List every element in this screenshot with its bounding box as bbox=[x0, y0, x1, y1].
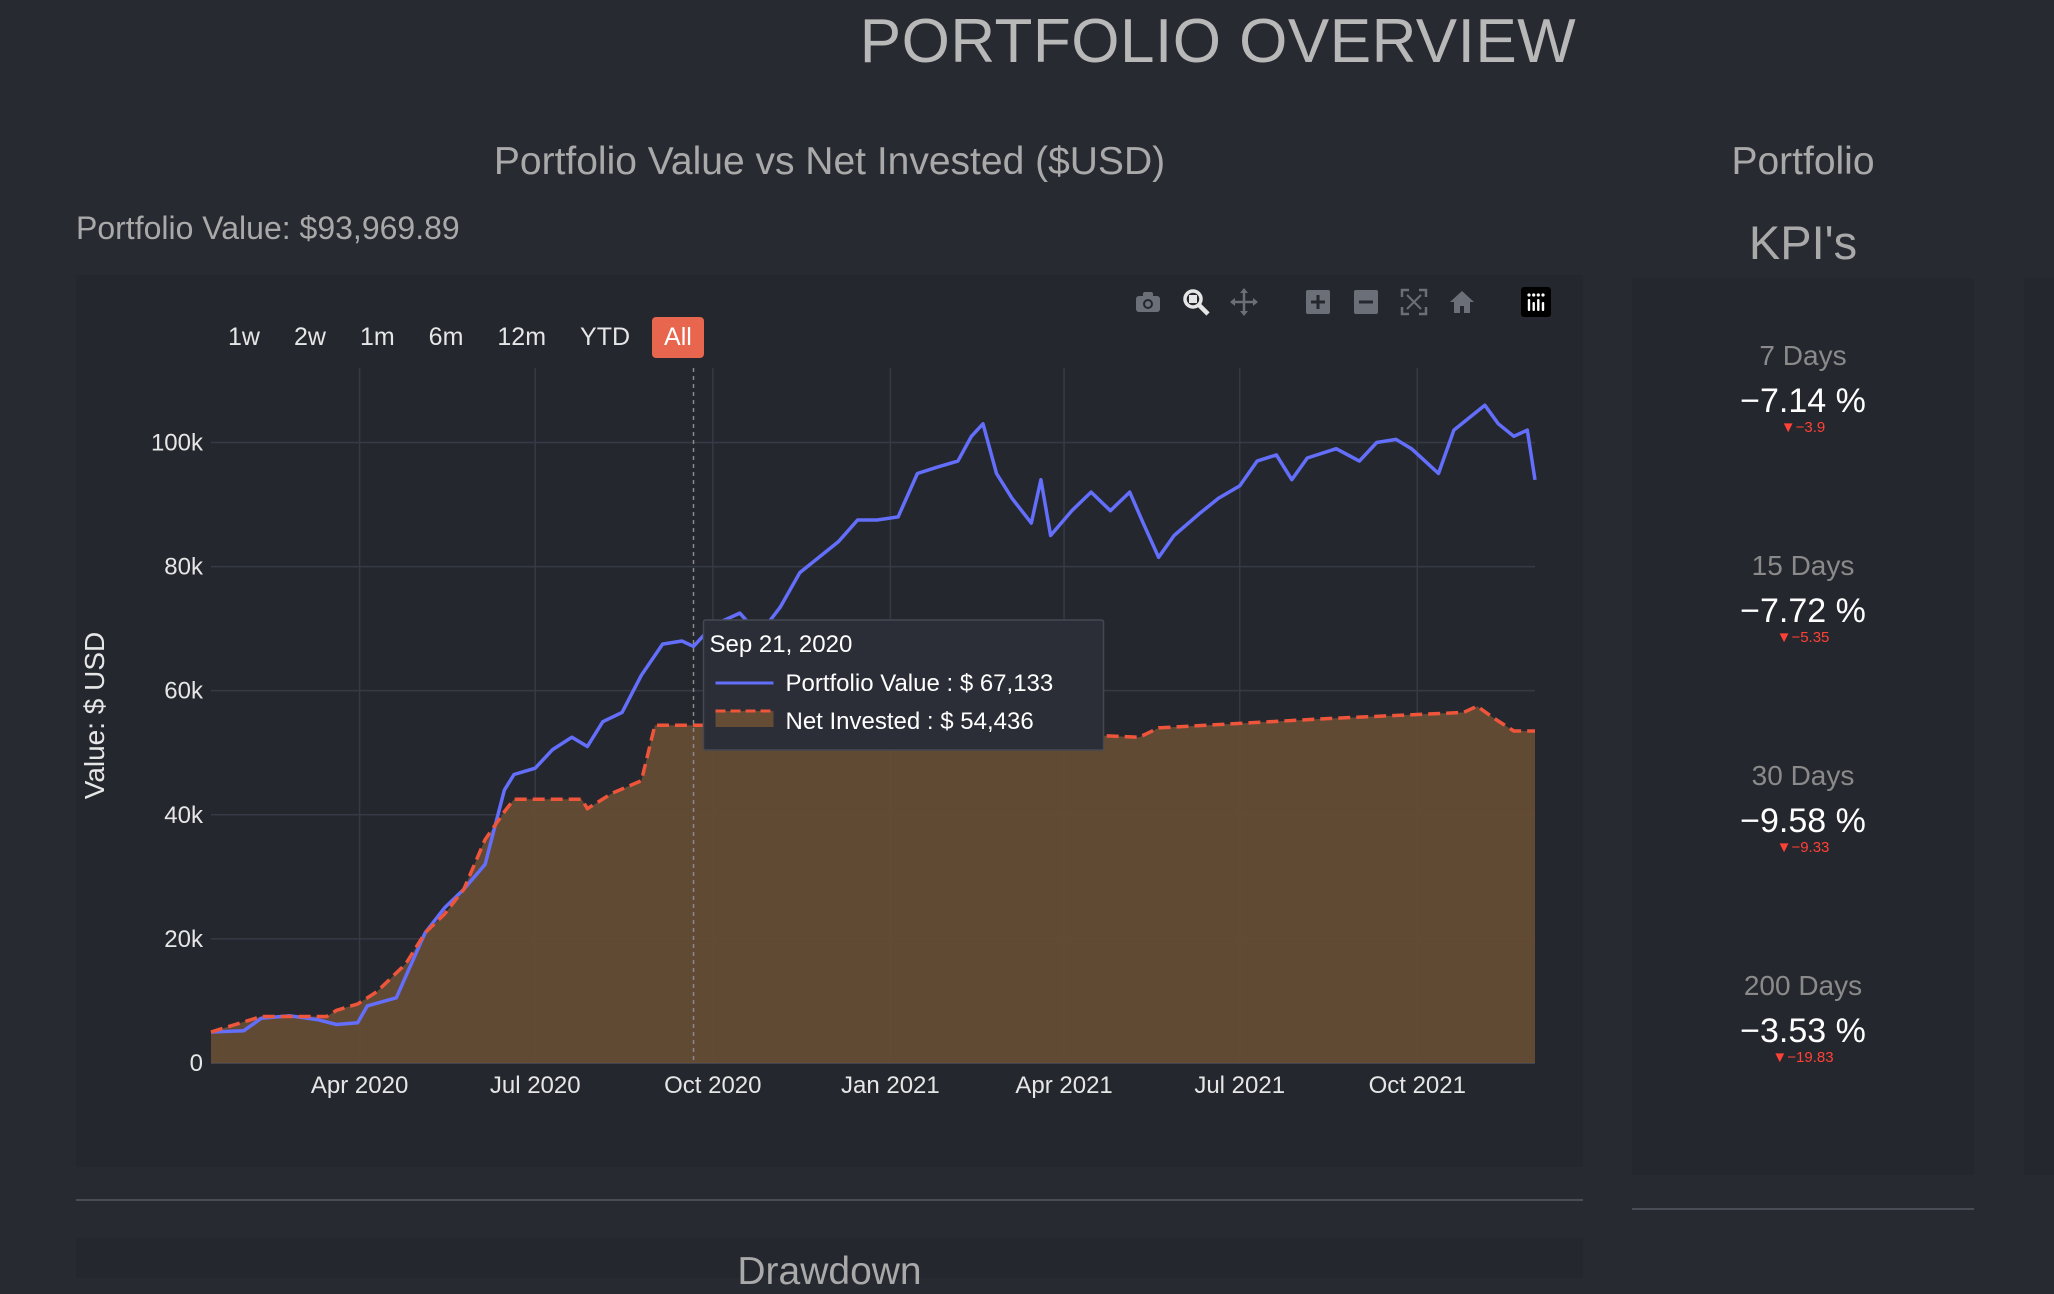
range-button-1m[interactable]: 1m bbox=[348, 317, 407, 358]
kpi-value: −9.58 % bbox=[1740, 802, 1866, 840]
kpi-30-days: 30 Days −9.58 % ▼−9.33 bbox=[1632, 760, 1974, 856]
divider bbox=[1632, 1208, 1974, 1210]
zoom-in-icon[interactable] bbox=[1301, 285, 1335, 319]
chart-modebar bbox=[1131, 285, 1553, 319]
kpi-delta: ▼−3.9 bbox=[1780, 419, 1826, 436]
y-tick-label: 80k bbox=[164, 554, 204, 581]
kpi-value: −7.72 % bbox=[1740, 592, 1866, 630]
x-tick-label: Apr 2020 bbox=[311, 1072, 408, 1099]
kpi-label: 15 Days bbox=[1751, 550, 1855, 581]
kpi-7-days: 7 Days −7.14 % ▼−3.9 bbox=[1632, 340, 1974, 436]
kpi-delta: ▼−9.33 bbox=[1776, 839, 1830, 856]
x-tick-label: Oct 2021 bbox=[1369, 1072, 1466, 1099]
reset-axes-icon[interactable] bbox=[1445, 285, 1479, 319]
range-button-12m[interactable]: 12m bbox=[485, 317, 558, 358]
y-tick-label: 40k bbox=[164, 802, 204, 829]
hover-tooltip: Sep 21, 2020 Portfolio Value : $ 67,133 Ne… bbox=[702, 619, 1105, 751]
range-button-6m[interactable]: 6m bbox=[417, 317, 476, 358]
x-tick-label: Apr 2021 bbox=[1015, 1072, 1112, 1099]
chart-card: 0 20k 40k 60k 80k 100k Apr 2020 Jul 2020 Oct 202… bbox=[76, 275, 1583, 1167]
kpi-value: −3.53 % bbox=[1740, 1012, 1866, 1050]
y-tick-label: 20k bbox=[164, 926, 204, 953]
kpi-delta: ▼−5.35 bbox=[1776, 629, 1830, 646]
kpi-title-line2: KPI's bbox=[1748, 216, 1858, 269]
zoom-icon[interactable] bbox=[1179, 285, 1213, 319]
side-panel-edge bbox=[2024, 278, 2054, 1175]
pan-icon[interactable] bbox=[1227, 285, 1261, 319]
range-button-ytd[interactable]: YTD bbox=[568, 317, 642, 358]
kpi-card: 7 Days −7.14 % ▼−3.9 15 Days −7.72 % ▼−5… bbox=[1632, 278, 1974, 1175]
x-tick-label: Jul 2021 bbox=[1194, 1072, 1285, 1099]
plotly-logo-icon[interactable] bbox=[1519, 285, 1553, 319]
portfolio-value-label: Portfolio Value: $93,969.89 bbox=[76, 210, 460, 246]
chart-title: Portfolio Value vs Net Invested ($USD) bbox=[493, 140, 1166, 183]
kpi-delta: ▼−19.83 bbox=[1772, 1049, 1834, 1066]
camera-icon[interactable] bbox=[1131, 285, 1165, 319]
x-tick-label: Jan 2021 bbox=[841, 1072, 940, 1099]
range-button-all[interactable]: All bbox=[652, 317, 704, 358]
tooltip-net-swatch-fill bbox=[715, 711, 774, 727]
kpi-value: −7.14 % bbox=[1740, 382, 1866, 420]
y-tick-label: 60k bbox=[164, 678, 204, 705]
kpi-label: 30 Days bbox=[1751, 760, 1855, 791]
tooltip-net-invested: Net Invested : $ 54,436 bbox=[786, 708, 1034, 735]
kpi-200-days: 200 Days −3.53 % ▼−19.83 bbox=[1632, 970, 1974, 1066]
divider bbox=[76, 1199, 1583, 1201]
x-tick-label: Oct 2020 bbox=[664, 1072, 761, 1099]
x-tick-label: Jul 2020 bbox=[490, 1072, 581, 1099]
autoscale-icon[interactable] bbox=[1397, 285, 1431, 319]
kpi-15-days: 15 Days −7.72 % ▼−5.35 bbox=[1632, 550, 1974, 646]
y-tick-label: 0 bbox=[190, 1050, 203, 1077]
kpi-label: 200 Days bbox=[1743, 970, 1863, 1001]
range-selector: 1w 2w 1m 6m 12m YTD All bbox=[216, 317, 704, 358]
page-title: PORTFOLIO OVERVIEW bbox=[859, 7, 1577, 76]
zoom-out-icon[interactable] bbox=[1349, 285, 1383, 319]
tooltip-portfolio-value: Portfolio Value : $ 67,133 bbox=[786, 670, 1054, 697]
drawdown-title: Drawdown bbox=[737, 1250, 922, 1293]
net-invested-area bbox=[211, 706, 1535, 1063]
y-tick-label: 100k bbox=[151, 429, 204, 456]
portfolio-chart[interactable]: 0 20k 40k 60k 80k 100k Apr 2020 Jul 2020 Oct 202… bbox=[76, 275, 1583, 1167]
kpi-label: 7 Days bbox=[1759, 340, 1847, 371]
range-button-2w[interactable]: 2w bbox=[282, 317, 338, 358]
tooltip-date: Sep 21, 2020 bbox=[710, 631, 853, 658]
kpi-title-line1: Portfolio bbox=[1731, 140, 1875, 183]
range-button-1w[interactable]: 1w bbox=[216, 317, 272, 358]
y-axis-label: Value: $ USD bbox=[79, 632, 110, 800]
